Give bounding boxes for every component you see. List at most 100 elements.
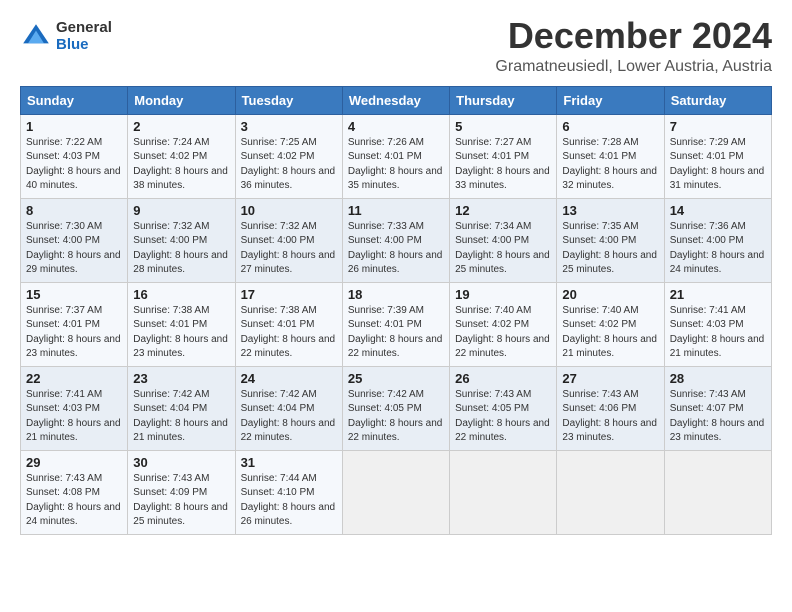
day-number: 18 [348,287,444,302]
calendar-week-row: 8 Sunrise: 7:30 AMSunset: 4:00 PMDaylight… [21,198,772,282]
day-number: 11 [348,203,444,218]
calendar-cell: 2Sunrise: 7:24 AMSunset: 4:02 PMDaylight… [128,114,235,198]
calendar-cell: 12 Sunrise: 7:34 AMSunset: 4:00 PMDayligh… [450,198,557,282]
day-number: 15 [26,287,122,302]
day-info: Sunrise: 7:38 AMSunset: 4:01 PMDaylight:… [133,304,229,362]
weekday-header-thursday: Thursday [450,86,557,114]
weekday-header-saturday: Saturday [664,86,771,114]
calendar-cell: 23 Sunrise: 7:42 AMSunset: 4:04 PMDayligh… [128,366,235,450]
day-number: 19 [455,287,551,302]
day-info: Sunrise: 7:32 AMSunset: 4:00 PMDaylight:… [241,220,337,278]
day-info: Sunrise: 7:27 AMSunset: 4:01 PMDaylight:… [455,136,551,194]
day-info: Sunrise: 7:32 AMSunset: 4:00 PMDaylight:… [133,220,229,278]
day-info: Sunrise: 7:43 AMSunset: 4:08 PMDaylight:… [26,472,122,530]
calendar-cell [342,450,449,534]
calendar-cell: 9 Sunrise: 7:32 AMSunset: 4:00 PMDaylight… [128,198,235,282]
day-info: Sunrise: 7:44 AMSunset: 4:10 PMDaylight:… [241,472,337,530]
weekday-header-sunday: Sunday [21,86,128,114]
calendar-cell: 26 Sunrise: 7:43 AMSunset: 4:05 PMDayligh… [450,366,557,450]
calendar-week-row: 1Sunrise: 7:22 AMSunset: 4:03 PMDaylight… [21,114,772,198]
calendar-week-row: 15 Sunrise: 7:37 AMSunset: 4:01 PMDayligh… [21,282,772,366]
day-number: 31 [241,455,337,470]
calendar-cell: 16 Sunrise: 7:38 AMSunset: 4:01 PMDayligh… [128,282,235,366]
day-info: Sunrise: 7:33 AMSunset: 4:00 PMDaylight:… [348,220,444,278]
calendar-cell: 10 Sunrise: 7:32 AMSunset: 4:00 PMDayligh… [235,198,342,282]
calendar-cell: 15 Sunrise: 7:37 AMSunset: 4:01 PMDayligh… [21,282,128,366]
day-info: Sunrise: 7:41 AMSunset: 4:03 PMDaylight:… [670,304,766,362]
day-info: Sunrise: 7:40 AMSunset: 4:02 PMDaylight:… [562,304,658,362]
calendar-cell [664,450,771,534]
calendar-cell: 4Sunrise: 7:26 AMSunset: 4:01 PMDaylight… [342,114,449,198]
weekday-header-wednesday: Wednesday [342,86,449,114]
day-number: 29 [26,455,122,470]
calendar-cell: 14 Sunrise: 7:36 AMSunset: 4:00 PMDayligh… [664,198,771,282]
day-info: Sunrise: 7:42 AMSunset: 4:04 PMDaylight:… [133,388,229,446]
logo-text: General Blue [56,20,112,53]
day-number: 13 [562,203,658,218]
location-title: Gramatneusiedl, Lower Austria, Austria [495,58,772,76]
day-info: Sunrise: 7:30 AMSunset: 4:00 PMDaylight:… [26,220,122,278]
day-number: 14 [670,203,766,218]
calendar-table: SundayMondayTuesdayWednesdayThursdayFrid… [20,86,772,535]
calendar-cell: 3 Sunrise: 7:25 AMSunset: 4:02 PMDaylight… [235,114,342,198]
day-number: 17 [241,287,337,302]
day-number: 22 [26,371,122,386]
weekday-header-tuesday: Tuesday [235,86,342,114]
day-number: 24 [241,371,337,386]
day-info: Sunrise: 7:26 AMSunset: 4:01 PMDaylight:… [348,136,444,194]
day-number: 16 [133,287,229,302]
day-info: Sunrise: 7:24 AMSunset: 4:02 PMDaylight:… [133,136,229,194]
calendar-cell: 20 Sunrise: 7:40 AMSunset: 4:02 PMDayligh… [557,282,664,366]
calendar-cell [450,450,557,534]
day-info: Sunrise: 7:40 AMSunset: 4:02 PMDaylight:… [455,304,551,362]
day-info: Sunrise: 7:43 AMSunset: 4:09 PMDaylight:… [133,472,229,530]
day-number: 5 [455,119,551,134]
calendar-cell: 31 Sunrise: 7:44 AMSunset: 4:10 PMDayligh… [235,450,342,534]
calendar-cell: 19 Sunrise: 7:40 AMSunset: 4:02 PMDayligh… [450,282,557,366]
calendar-cell: 11 Sunrise: 7:33 AMSunset: 4:00 PMDayligh… [342,198,449,282]
logo-general: General [56,20,112,37]
calendar-cell: 7 Sunrise: 7:29 AMSunset: 4:01 PMDaylight… [664,114,771,198]
calendar-cell: 6Sunrise: 7:28 AMSunset: 4:01 PMDaylight… [557,114,664,198]
day-info: Sunrise: 7:43 AMSunset: 4:06 PMDaylight:… [562,388,658,446]
calendar-cell: 1Sunrise: 7:22 AMSunset: 4:03 PMDaylight… [21,114,128,198]
calendar-cell: 22 Sunrise: 7:41 AMSunset: 4:03 PMDayligh… [21,366,128,450]
title-area: December 2024 Gramatneusiedl, Lower Aust… [495,16,772,76]
day-info: Sunrise: 7:35 AMSunset: 4:00 PMDaylight:… [562,220,658,278]
calendar-cell: 24 Sunrise: 7:42 AMSunset: 4:04 PMDayligh… [235,366,342,450]
day-info: Sunrise: 7:43 AMSunset: 4:05 PMDaylight:… [455,388,551,446]
day-info: Sunrise: 7:41 AMSunset: 4:03 PMDaylight:… [26,388,122,446]
calendar-cell: 17Sunrise: 7:38 AMSunset: 4:01 PMDayligh… [235,282,342,366]
day-number: 30 [133,455,229,470]
day-info: Sunrise: 7:25 AMSunset: 4:02 PMDaylight:… [241,136,337,194]
day-number: 26 [455,371,551,386]
calendar-cell: 18 Sunrise: 7:39 AMSunset: 4:01 PMDayligh… [342,282,449,366]
day-info: Sunrise: 7:36 AMSunset: 4:00 PMDaylight:… [670,220,766,278]
calendar-cell: 8 Sunrise: 7:30 AMSunset: 4:00 PMDaylight… [21,198,128,282]
month-title: December 2024 [495,16,772,56]
day-number: 20 [562,287,658,302]
calendar-cell: 25Sunrise: 7:42 AMSunset: 4:05 PMDayligh… [342,366,449,450]
calendar-week-row: 22 Sunrise: 7:41 AMSunset: 4:03 PMDayligh… [21,366,772,450]
day-number: 12 [455,203,551,218]
day-info: Sunrise: 7:42 AMSunset: 4:05 PMDaylight:… [348,388,444,446]
calendar-cell [557,450,664,534]
day-number: 8 [26,203,122,218]
calendar-cell: 21 Sunrise: 7:41 AMSunset: 4:03 PMDayligh… [664,282,771,366]
day-info: Sunrise: 7:39 AMSunset: 4:01 PMDaylight:… [348,304,444,362]
day-number: 10 [241,203,337,218]
day-info: Sunrise: 7:22 AMSunset: 4:03 PMDaylight:… [26,136,122,194]
day-number: 27 [562,371,658,386]
logo-icon [20,21,52,53]
day-number: 3 [241,119,337,134]
calendar-cell: 5 Sunrise: 7:27 AMSunset: 4:01 PMDaylight… [450,114,557,198]
day-info: Sunrise: 7:37 AMSunset: 4:01 PMDaylight:… [26,304,122,362]
calendar-cell: 28Sunrise: 7:43 AMSunset: 4:07 PMDayligh… [664,366,771,450]
day-info: Sunrise: 7:42 AMSunset: 4:04 PMDaylight:… [241,388,337,446]
day-number: 9 [133,203,229,218]
day-number: 21 [670,287,766,302]
day-number: 7 [670,119,766,134]
day-info: Sunrise: 7:34 AMSunset: 4:00 PMDaylight:… [455,220,551,278]
day-number: 23 [133,371,229,386]
day-info: Sunrise: 7:29 AMSunset: 4:01 PMDaylight:… [670,136,766,194]
